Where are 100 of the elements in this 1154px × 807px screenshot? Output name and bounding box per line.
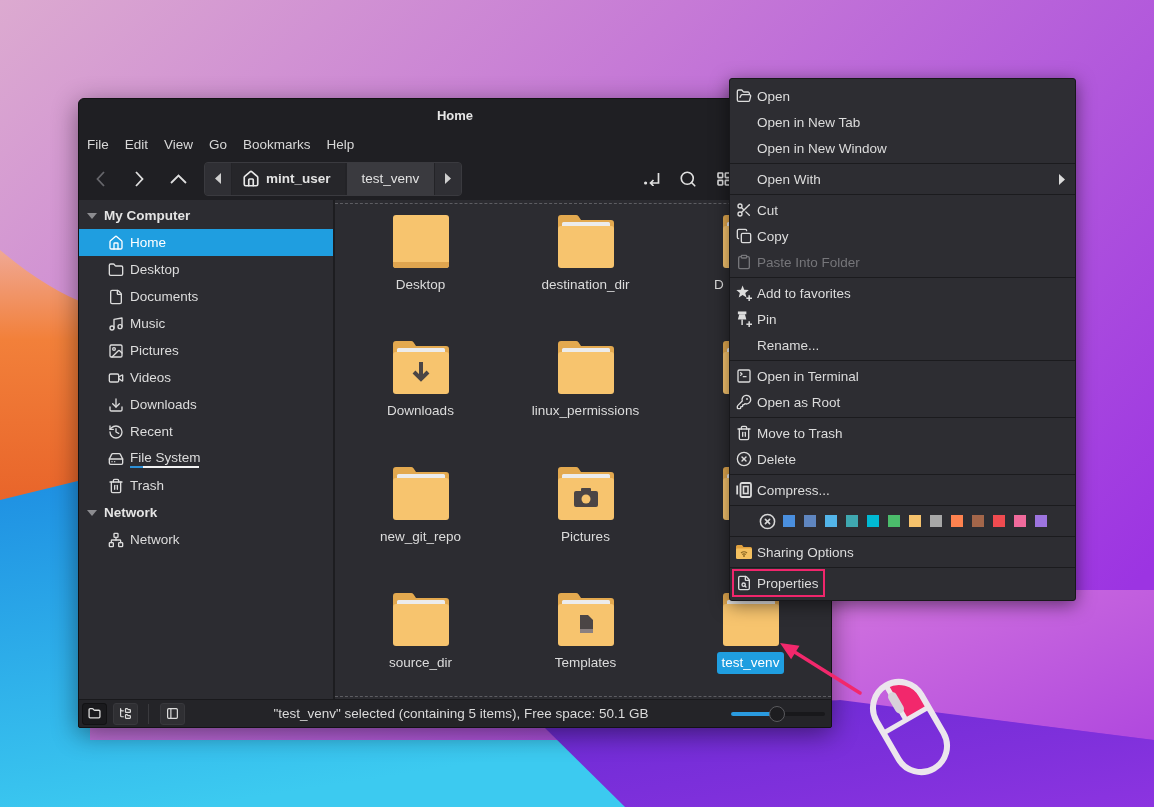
menu-item[interactable]: Rename... (730, 332, 1075, 358)
search-icon (679, 169, 697, 188)
sidebar-item[interactable]: Network (79, 526, 333, 553)
menu-item[interactable]: Compress... (730, 477, 1075, 503)
sidebar-item[interactable]: File System (79, 445, 333, 472)
color-swatch[interactable] (951, 515, 963, 527)
sidebar-item[interactable]: Music (79, 310, 333, 337)
file-icon (108, 288, 124, 305)
breadcrumb-button[interactable]: test_venv (345, 162, 436, 195)
menu-item[interactable]: Pin (730, 306, 1075, 332)
tree-icon (119, 707, 132, 720)
color-swatch[interactable] (867, 515, 879, 527)
menu-item[interactable]: Open in Terminal (730, 363, 1075, 389)
menu-bar-item[interactable]: Go (201, 132, 236, 156)
tree-view-toggle[interactable] (113, 702, 138, 725)
shared-folder-icon (736, 545, 752, 559)
color-swatch[interactable] (930, 515, 942, 527)
expand-triangle-icon[interactable] (87, 212, 97, 219)
menu-item[interactable]: Sharing Options (730, 539, 1075, 565)
color-swatch[interactable] (846, 515, 858, 527)
icon-view-toggle[interactable] (82, 702, 107, 725)
color-swatch[interactable] (825, 515, 837, 527)
chevron-right-icon (134, 170, 144, 187)
folder-icon (108, 261, 124, 278)
menu-bar-item[interactable]: File (79, 132, 117, 156)
folder-name[interactable]: source_dir (384, 652, 457, 674)
menu-item[interactable]: Add to favorites (730, 280, 1075, 306)
menu-item[interactable]: Open in New Window (730, 135, 1075, 161)
folder-name[interactable]: Pictures (556, 526, 615, 548)
folder-icon[interactable] (557, 215, 614, 268)
color-swatch[interactable] (1035, 515, 1047, 527)
image-icon (108, 342, 124, 359)
folder-name[interactable]: Downloads (382, 400, 459, 422)
download-icon (108, 396, 124, 413)
trash-icon (108, 477, 124, 494)
folder-icon[interactable] (392, 467, 449, 520)
color-swatch[interactable] (1014, 515, 1026, 527)
color-swatch[interactable] (972, 515, 984, 527)
menu-item[interactable]: Copy (730, 223, 1075, 249)
menu-item[interactable]: Open in New Tab (730, 109, 1075, 135)
color-swatch[interactable] (804, 515, 816, 527)
color-swatch[interactable] (888, 515, 900, 527)
scissors-icon (736, 202, 752, 218)
sidebar-panel-icon (166, 707, 179, 720)
folder-name[interactable]: destination_dir (536, 274, 635, 296)
sidebar-item[interactable]: Trash (79, 472, 333, 499)
folder-download-icon[interactable] (392, 341, 449, 394)
status-text: "test_venv" selected (containing 5 items), Free space: 50.1 GB (272, 706, 650, 721)
folder-name[interactable]: linux_permissions (526, 400, 645, 422)
breadcrumb-button[interactable]: mint_user (231, 162, 346, 195)
menu-bar-item[interactable]: Help (318, 132, 363, 156)
menu-bar-item[interactable]: Bookmarks (235, 132, 319, 156)
x-circle-icon[interactable] (759, 512, 776, 530)
menu-item[interactable]: Delete (730, 446, 1075, 472)
section-header[interactable]: Network (79, 499, 333, 526)
key-icon (736, 394, 752, 410)
sidebar-item[interactable]: Downloads (79, 391, 333, 418)
sidebar-item[interactable]: Recent (79, 418, 333, 445)
menu-item[interactable]: Open (730, 83, 1075, 109)
music-notes-icon (108, 315, 124, 332)
sidebar-toggle-button[interactable] (160, 702, 185, 725)
file-search-icon (736, 575, 752, 591)
color-swatch[interactable] (783, 515, 795, 527)
folder-icon[interactable] (557, 341, 614, 394)
menu-item[interactable]: Properties (730, 570, 1075, 596)
grid-icon (716, 170, 732, 187)
menu-bar-item[interactable]: Edit (116, 132, 157, 156)
folder-camera-icon[interactable] (557, 467, 614, 520)
trash-icon (736, 425, 752, 441)
folder-icon[interactable] (392, 593, 449, 646)
menu-item[interactable]: Open With (730, 166, 1075, 192)
x-circle-icon (736, 451, 752, 467)
menu-item[interactable]: Open as Root (730, 389, 1075, 415)
window-title: Home (436, 107, 474, 123)
section-header[interactable]: My Computer (79, 202, 333, 229)
triangle-left-icon (215, 173, 221, 184)
folder-document-icon[interactable] (557, 593, 614, 646)
color-swatch[interactable] (993, 515, 1005, 527)
folder-icon (88, 707, 101, 720)
folder-name[interactable]: new_git_repo (374, 526, 467, 548)
zoom-slider[interactable] (731, 705, 825, 722)
menu-bar-item[interactable]: View (156, 132, 202, 156)
network-icon (108, 531, 124, 548)
folder-name[interactable]: Templates (549, 652, 622, 674)
slider-thumb[interactable] (769, 705, 786, 722)
star-plus-icon (736, 285, 752, 301)
house-icon (242, 169, 260, 188)
sidebar-item[interactable]: Documents (79, 283, 333, 310)
folder-name[interactable]: D (714, 274, 724, 296)
sidebar-item[interactable]: Videos (79, 364, 333, 391)
color-swatch[interactable] (909, 515, 921, 527)
folder-name[interactable]: Desktop (390, 274, 451, 296)
sidebar-item[interactable]: Pictures (79, 337, 333, 364)
expand-triangle-icon[interactable] (87, 509, 97, 516)
history-icon (108, 423, 124, 440)
chevron-left-icon (95, 170, 105, 187)
folder-icon[interactable] (722, 593, 779, 646)
menu-item[interactable]: Cut (730, 197, 1075, 223)
sidebar-item[interactable]: Desktop (79, 256, 333, 283)
menu-item[interactable]: Move to Trash (730, 420, 1075, 446)
